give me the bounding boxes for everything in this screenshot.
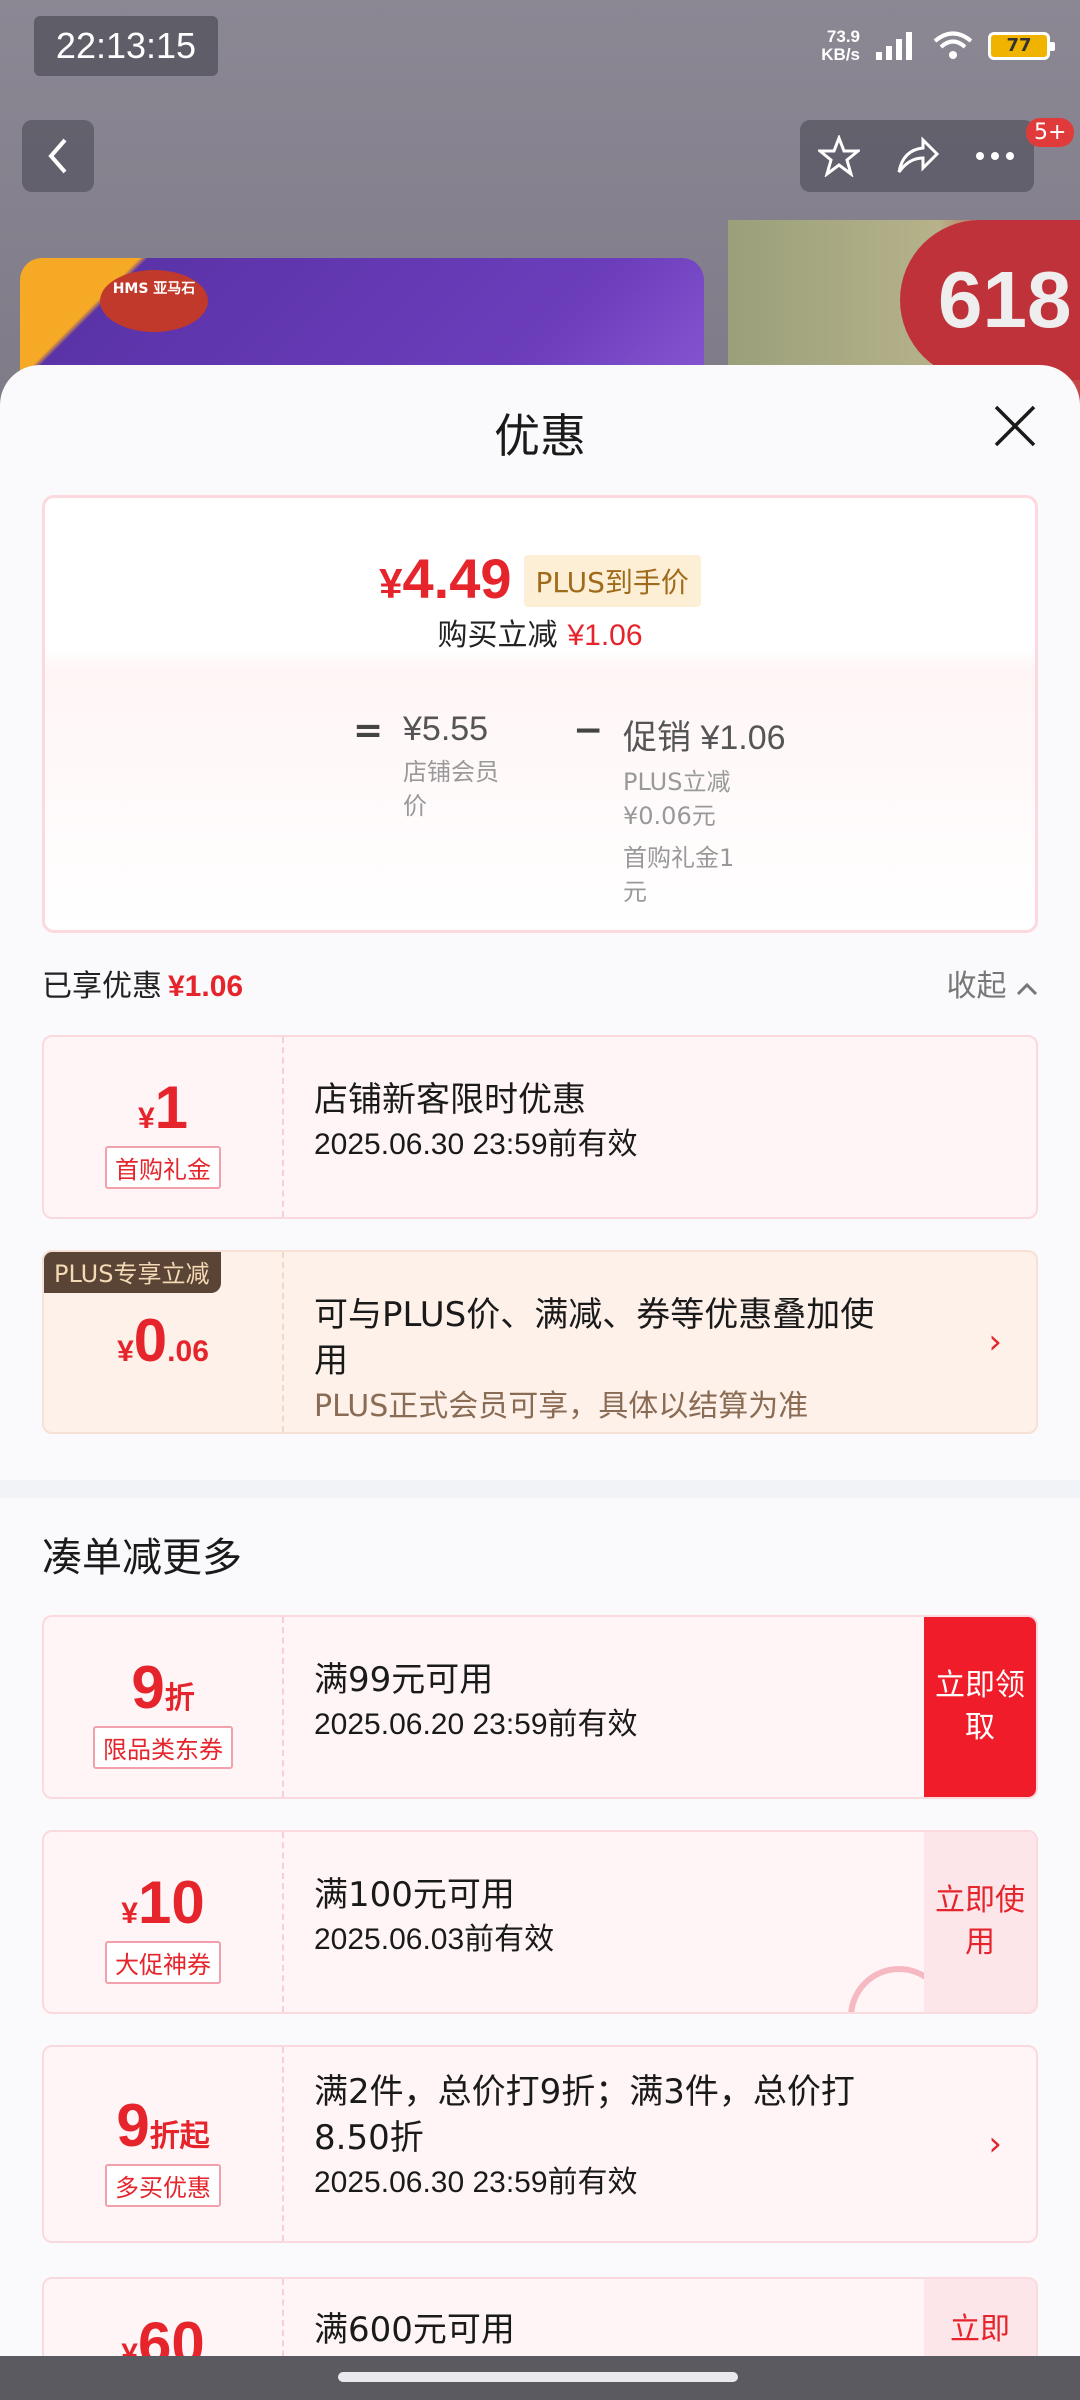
use-coupon-button[interactable]: 立即使用: [924, 1832, 1036, 2012]
star-icon[interactable]: [817, 135, 860, 177]
price-formula: = ¥5.55 店铺会员价 − 促销 ¥1.06 PLUS立减¥0.06元 首购…: [353, 710, 823, 909]
plus-discount-card[interactable]: PLUS专享立减 ¥0.06 可与PLUS价、满减、券等优惠叠加使用 PLUS正…: [42, 1250, 1038, 1434]
coupon-amount: ¥0.06: [117, 1307, 209, 1374]
coupon-tag: 首购礼金: [105, 1146, 221, 1189]
promo-618-badge: 618: [900, 220, 1080, 380]
back-button[interactable]: [22, 120, 94, 192]
coupon-title: 满600元可用: [314, 2310, 515, 2350]
section-title: 凑单减更多: [42, 1535, 242, 1581]
coupon-title: 满100元可用: [314, 1875, 515, 1915]
brand-logo: HMS 亚马石: [100, 270, 208, 332]
member-price-label: 店铺会员价: [403, 758, 499, 820]
minus-sign: −: [573, 710, 604, 751]
discount-sheet: 优惠 ¥4.49 PLUS到手价 购买立减 ¥1.06 = ¥5.55 店铺会员价…: [0, 365, 1080, 2400]
top-actions: [800, 120, 1034, 192]
coupon-amount: ¥1: [137, 1074, 189, 1141]
promo-coupon-card: ¥10 大促神券 满100元可用 2025.06.03前有效 立即使用: [42, 1830, 1038, 2014]
close-icon[interactable]: [992, 403, 1038, 449]
final-price: ¥4.49: [379, 547, 512, 610]
wifi-icon: [933, 31, 973, 59]
multi-buy-card[interactable]: 9折起 多买优惠 满2件，总价打9折；满3件，总价打8.50折 2025.06.…: [42, 2045, 1038, 2243]
plus-price-tag: PLUS到手价: [523, 555, 701, 607]
first-gift-detail: 首购礼金1元: [623, 844, 735, 906]
category-coupon-card: 9折 限品类东券 满99元可用 2025.06.20 23:59前有效 立即领取: [42, 1615, 1038, 1799]
coupon-title: 满99元可用: [314, 1660, 494, 1700]
section-divider: [0, 1480, 1080, 1498]
coupon-amount: 9折: [131, 1654, 195, 1721]
first-purchase-gift-card: ¥1 首购礼金 店铺新客限时优惠 2025.06.30 23:59前有效: [42, 1035, 1038, 1219]
plus-off-detail: PLUS立减¥0.06元: [623, 768, 731, 830]
coupon-title: 可与PLUS价、满减、券等优惠叠加使用: [314, 1295, 875, 1381]
status-icons: 73.9 KB/s 77: [821, 24, 1055, 68]
network-speed: 73.9 KB/s: [821, 27, 860, 64]
status-bar: 22:13:15 73.9 KB/s 77: [0, 16, 1080, 76]
promo-total: 促销 ¥1.06: [623, 719, 786, 757]
chevron-left-icon: [48, 138, 67, 174]
coupon-tag: 限品类东券: [93, 1726, 233, 1769]
member-price: ¥5.55: [403, 710, 489, 748]
signal-icon: [876, 32, 912, 60]
coupon-desc: PLUS正式会员可享，具体以结算为准: [314, 1389, 809, 1424]
coupon-title: 满2件，总价打9折；满3件，总价打8.50折: [314, 2072, 855, 2158]
sheet-title: 优惠: [494, 409, 586, 463]
coupon-title: 店铺新客限时优惠: [314, 1080, 586, 1120]
home-indicator[interactable]: [0, 2356, 1080, 2400]
chevron-up-icon: [1016, 982, 1038, 996]
coupon-validity: 2025.06.20 23:59前有效: [314, 1708, 638, 1741]
coupon-validity: 2025.06.30 23:59前有效: [314, 1128, 638, 1161]
message-badge: 5+: [1026, 118, 1075, 147]
buy-off-line: 购买立减 ¥1.06: [437, 618, 643, 653]
collapse-toggle[interactable]: 收起: [946, 961, 1038, 1005]
claim-coupon-button[interactable]: 立即领取: [924, 1617, 1036, 1797]
more-icon[interactable]: [974, 150, 1016, 162]
chevron-right-icon: ›: [988, 2124, 1002, 2164]
coupon-validity: 2025.06.03前有效: [314, 1923, 555, 1956]
equals-sign: =: [353, 710, 384, 751]
coupon-validity: 2025.06.30 23:59前有效: [314, 2166, 638, 2199]
coupon-tag: 大促神券: [105, 1941, 221, 1984]
price-summary: ¥4.49 PLUS到手价 购买立减 ¥1.06 = ¥5.55 店铺会员价 − …: [42, 495, 1038, 933]
share-icon[interactable]: [895, 136, 939, 176]
coupon-tag: 多买优惠: [105, 2164, 221, 2207]
coupon-amount: 9折起: [116, 2092, 210, 2159]
status-time: 22:13:15: [34, 16, 218, 76]
chevron-right-icon: ›: [988, 1322, 1002, 1362]
coupon-amount: ¥10: [121, 1869, 205, 1936]
battery-icon: 77: [988, 32, 1055, 60]
enjoyed-discount: 已享优惠 ¥1.06: [42, 969, 244, 1004]
